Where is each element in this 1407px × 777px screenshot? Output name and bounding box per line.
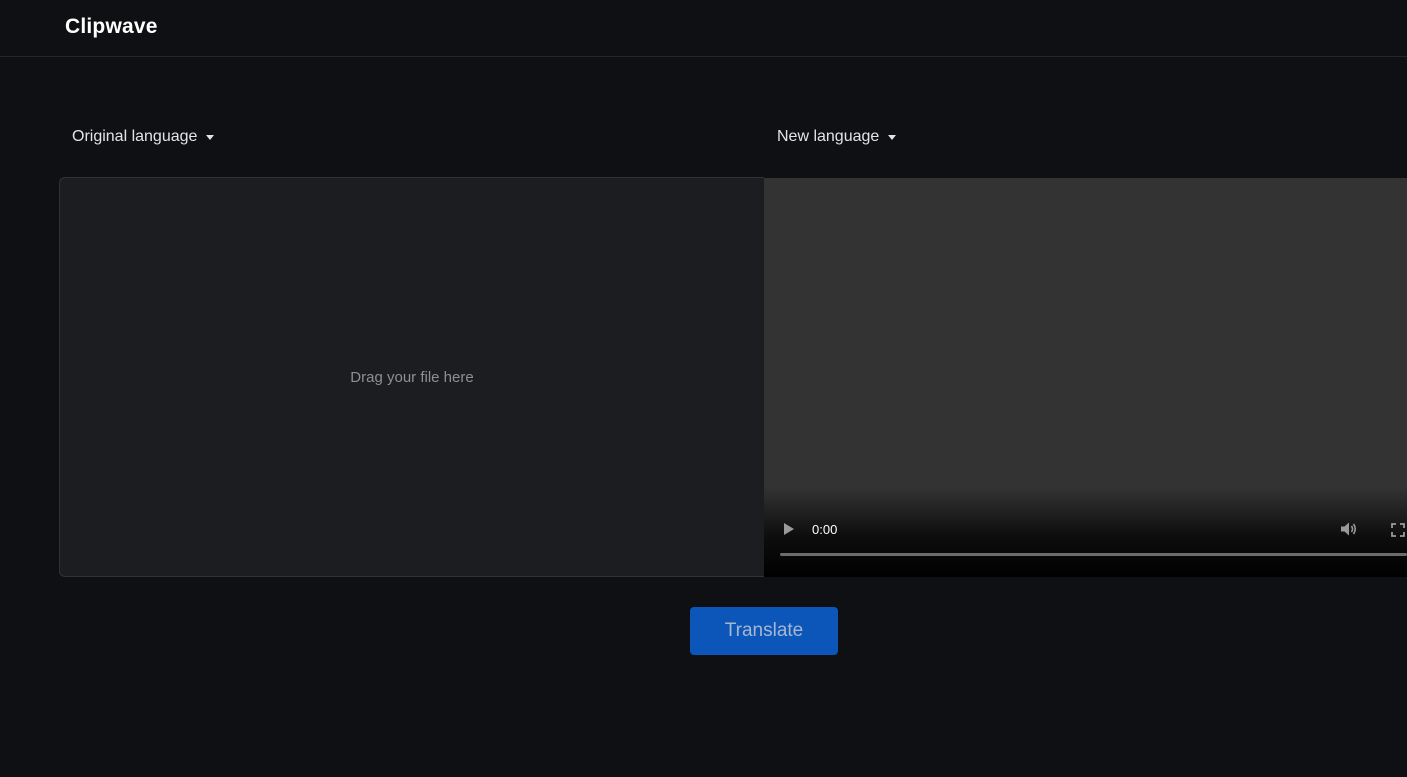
- top-navbar: Clipwave: [0, 0, 1407, 57]
- fullscreen-icon[interactable]: [1391, 523, 1405, 537]
- dropzone-text: Drag your file here: [350, 368, 474, 386]
- new-language-label: New language: [777, 128, 880, 145]
- translate-button[interactable]: Translate: [690, 607, 838, 655]
- video-controls: 0:00: [764, 487, 1407, 577]
- app-logo-title[interactable]: Clipwave: [65, 15, 158, 39]
- caret-down-icon: [206, 135, 215, 140]
- original-language-dropdown[interactable]: Original language: [72, 128, 215, 146]
- video-player[interactable]: 0:00: [764, 178, 1407, 577]
- video-time: 0:00: [812, 522, 838, 537]
- file-dropzone[interactable]: Drag your file here: [59, 177, 764, 577]
- video-progress-bar[interactable]: [780, 553, 1407, 556]
- caret-down-icon: [888, 135, 897, 140]
- play-icon[interactable]: [784, 523, 794, 535]
- original-language-label: Original language: [72, 128, 198, 145]
- new-language-dropdown[interactable]: New language: [777, 128, 897, 146]
- volume-icon[interactable]: [1340, 521, 1358, 537]
